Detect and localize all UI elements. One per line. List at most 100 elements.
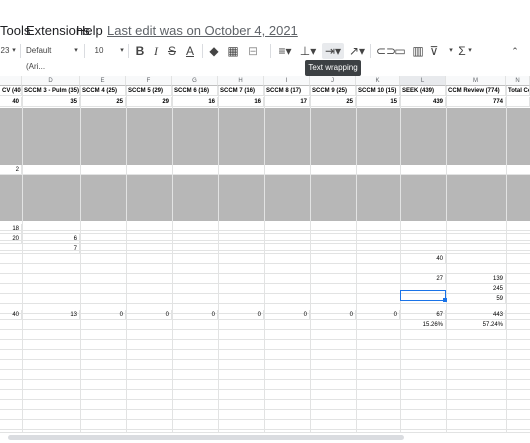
gridline (506, 86, 507, 432)
table-cell[interactable]: SCCM 3 - Pulm (35) (22, 86, 80, 96)
text-rotation-icon[interactable]: ↗▾ (348, 43, 366, 59)
text-color-button[interactable]: A (184, 43, 196, 59)
table-cell[interactable]: SEEK (439) (400, 86, 446, 96)
table-cell[interactable]: 13 (22, 310, 80, 320)
table-cell[interactable]: SCCM 7 (16) (218, 86, 264, 96)
table-cell[interactable]: 0 (126, 310, 172, 320)
table-cell[interactable]: 20 (0, 234, 22, 244)
table-cell[interactable]: 17 (264, 97, 310, 107)
table-cell[interactable]: 40 (0, 310, 22, 320)
column-header-j[interactable]: J (310, 76, 356, 86)
table-cell[interactable]: 27 (400, 274, 446, 284)
table-cell[interactable]: 245 (446, 284, 506, 294)
tooltip: Text wrapping (305, 60, 361, 76)
divider (370, 44, 371, 58)
table-cell[interactable]: SCCM 8 (17) (264, 86, 310, 96)
table-cell[interactable]: Total Co (506, 86, 530, 96)
table-cell[interactable]: 15 (356, 97, 400, 107)
table-cell[interactable]: 57.24% (446, 320, 506, 330)
column-header-e[interactable]: E (80, 76, 126, 86)
comment-icon[interactable]: ▭ (394, 43, 406, 59)
fill-handle[interactable] (443, 298, 447, 302)
table-cell[interactable]: 16 (218, 97, 264, 107)
column-header-n[interactable]: N (506, 76, 530, 86)
column-header[interactable] (0, 76, 22, 86)
table-cell[interactable]: 15.26% (400, 320, 446, 330)
table-cell[interactable]: 25 (310, 97, 356, 107)
italic-button[interactable]: I (150, 43, 162, 59)
table-cell[interactable]: 443 (446, 310, 506, 320)
text-wrapping-icon[interactable]: ⇥▾ (322, 43, 344, 59)
column-header-g[interactable]: G (172, 76, 218, 86)
table-cell[interactable]: 139 (446, 274, 506, 284)
table-cell[interactable]: 0 (80, 310, 126, 320)
column-header-h[interactable]: H (218, 76, 264, 86)
table-cell[interactable]: 25 (80, 97, 126, 107)
gridline (310, 86, 311, 432)
chevron-down-icon[interactable]: ▾ (72, 43, 80, 59)
last-edit-link[interactable]: Last edit was on October 4, 2021 (107, 23, 298, 38)
table-cell[interactable]: 7 (22, 244, 80, 254)
table-cell[interactable]: 774 (446, 97, 506, 107)
horizontal-align-icon[interactable]: ≡▾ (276, 43, 294, 59)
chevron-down-icon[interactable]: ▾ (446, 43, 456, 59)
chevron-down-icon[interactable]: ▾ (118, 43, 126, 59)
table-cell[interactable]: 0 (356, 310, 400, 320)
table-cell[interactable]: 40 (400, 254, 446, 264)
vertical-align-icon[interactable]: ⊥▾ (298, 43, 318, 59)
table-cell[interactable]: CV (40) (0, 86, 22, 96)
table-cell[interactable]: SCCM 6 (16) (172, 86, 218, 96)
table-cell[interactable]: 0 (172, 310, 218, 320)
column-header-l[interactable]: L (400, 76, 446, 86)
table-cell[interactable]: 29 (126, 97, 172, 107)
table-cell[interactable]: 67 (400, 310, 446, 320)
chevron-down-icon[interactable]: ▾ (466, 43, 474, 59)
link-icon[interactable]: ⊂⊃ (376, 43, 396, 59)
gridline (218, 86, 219, 432)
font-family-select[interactable]: Default (Ari... (26, 43, 72, 71)
font-size-select[interactable]: 10 (92, 43, 106, 59)
divider (202, 44, 203, 58)
gridline (22, 86, 23, 432)
fill-color-icon[interactable]: ◆ (208, 43, 220, 59)
column-header-d[interactable]: D (22, 76, 80, 86)
table-cell[interactable]: 59 (446, 294, 506, 304)
column-header-f[interactable]: F (126, 76, 172, 86)
table-cell[interactable]: 0 (218, 310, 264, 320)
table-cell[interactable]: 0 (264, 310, 310, 320)
column-header-k[interactable]: K (356, 76, 400, 86)
divider (128, 44, 129, 58)
table-cell[interactable]: SCCM 4 (25) (80, 86, 126, 96)
table-cell[interactable]: 18 (0, 224, 22, 234)
table-cell[interactable]: SCCM 5 (29) (126, 86, 172, 96)
table-cell[interactable]: 2 (0, 165, 22, 175)
scrollbar-thumb[interactable] (8, 435, 404, 440)
gridline (80, 86, 81, 432)
borders-icon[interactable]: ▦ (226, 43, 240, 59)
bold-button[interactable]: B (134, 43, 146, 59)
zoom-select[interactable]: 23 (0, 43, 10, 59)
table-cell[interactable]: 40 (0, 97, 22, 107)
table-cell[interactable]: 35 (22, 97, 80, 107)
merge-cells-icon[interactable]: ⊟ (244, 43, 262, 59)
chevron-down-icon[interactable]: ▾ (10, 43, 18, 59)
divider (84, 44, 85, 58)
chart-icon[interactable]: ▥ (412, 43, 424, 59)
table-cell[interactable]: CCM Review (774) (446, 86, 506, 96)
column-header-i[interactable]: I (264, 76, 310, 86)
table-cell[interactable]: 0 (310, 310, 356, 320)
strikethrough-button[interactable]: S (166, 43, 178, 59)
table-cell[interactable]: SCCM 9 (25) (310, 86, 356, 96)
column-header-m[interactable]: M (446, 76, 506, 86)
menu-help[interactable]: Help (76, 23, 103, 38)
filter-icon[interactable]: ⊽ (428, 43, 440, 59)
table-cell[interactable]: 6 (22, 234, 80, 244)
horizontal-scrollbar[interactable] (0, 432, 530, 443)
gridline (172, 86, 173, 432)
table-cell[interactable]: 16 (172, 97, 218, 107)
table-cell[interactable]: SCCM 10 (15) (356, 86, 400, 96)
table-cell[interactable] (506, 97, 530, 107)
selected-cell[interactable] (400, 290, 446, 301)
table-cell[interactable]: 439 (400, 97, 446, 107)
collapse-toolbar-icon[interactable]: ⌃ (508, 43, 522, 59)
